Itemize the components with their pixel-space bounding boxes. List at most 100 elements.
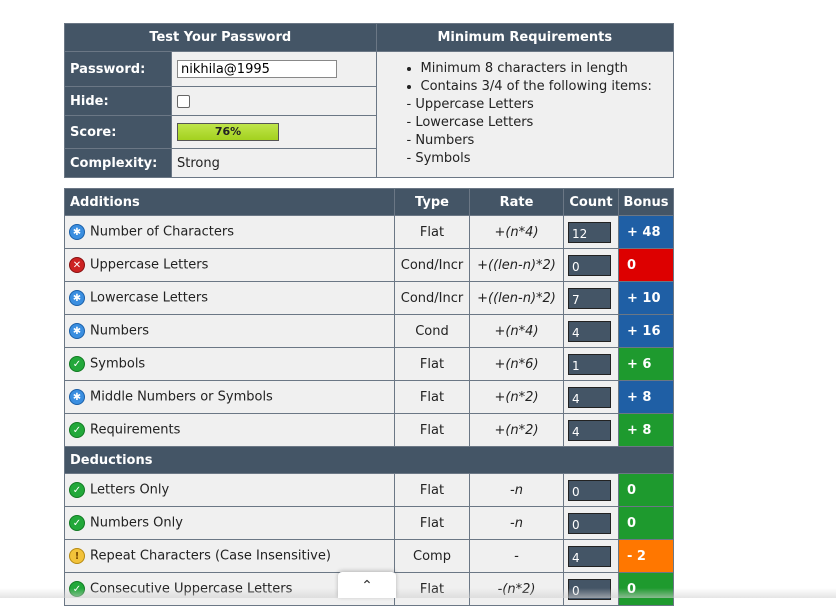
count-header: Count [563,188,619,216]
criteria-type: Flat [394,506,470,540]
criteria-count: 4 [563,413,619,447]
addition-row: ✱ Lowercase Letters Cond/Incr +((len-n)*2) 7… [64,281,674,315]
addition-row: ✱ Middle Numbers or Symbols Flat +(n*2) 4 + 8 [64,380,674,414]
count-box: 1 [568,353,611,375]
criteria-label: Letters Only [90,482,170,498]
deductions-header-row: Deductions [64,446,674,474]
criteria-bonus: + 48 [618,215,674,249]
criteria-name: ✓ Numbers Only [64,506,395,540]
requirement-subitem: - Uppercase Letters [406,97,534,112]
criteria-name: ✓ Letters Only [64,473,395,507]
criteria-count: 4 [563,380,619,414]
score-label: Score: [64,115,172,149]
criteria-label: Lowercase Letters [90,290,208,306]
criteria-bonus: 0 [618,473,674,507]
count-box: 4 [568,320,611,342]
criteria-type: Flat [394,413,470,447]
criteria-bonus: 0 [618,506,674,540]
addition-row: ✕ Uppercase Letters Cond/Incr +((len-n)*2) 0… [64,248,674,282]
criteria-count: 4 [563,539,619,573]
star-icon: ✱ [69,389,85,405]
criteria-type: Flat [394,215,470,249]
requirement-item: Contains 3/4 of the following items: - U… [407,78,674,168]
count-box: 4 [568,545,611,567]
criteria-rate: +((len-n)*2) [469,248,564,282]
criteria-label: Uppercase Letters [90,257,209,273]
check-icon: ✓ [69,356,85,372]
hide-checkbox[interactable] [177,94,190,108]
criteria-rate: +(n*2) [469,380,564,414]
count-box: 4 [568,386,611,408]
criteria-count: 0 [563,248,619,282]
requirements-header: Minimum Requirements [375,23,674,52]
criteria-bonus: 0 [618,248,674,282]
criteria-count: 1 [563,347,619,381]
criteria-rate: +(n*2) [469,413,564,447]
criteria-label: Middle Numbers or Symbols [90,389,273,405]
deduction-row: ✓ Letters Only Flat -n 0 0 [64,473,674,507]
requirement-subitem: - Lowercase Letters [406,115,534,130]
type-header: Type [394,188,470,216]
count-box: 0 [568,479,611,501]
criteria-rate: - [469,539,564,573]
check-icon: ✓ [69,422,85,438]
star-icon: ✱ [69,290,85,306]
criteria-name: ✕ Uppercase Letters [64,248,395,282]
hide-label: Hide: [64,86,172,116]
criteria-count: 0 [563,506,619,540]
cross-icon: ✕ [69,257,85,273]
deductions-header: Deductions [64,446,674,474]
criteria-label: Requirements [90,422,181,438]
criteria-name: ✓ Symbols [64,347,395,381]
check-icon: ✓ [69,482,85,498]
criteria-name: ✱ Number of Characters [64,215,395,249]
count-box: 0 [568,254,611,276]
requirement-subitem: - Symbols [406,151,471,166]
criteria-bonus: + 16 [618,314,674,348]
criteria-label: Numbers [90,323,149,339]
criteria-rate: +(n*4) [469,314,564,348]
bonus-header: Bonus [618,188,674,216]
criteria-bonus: - 2 [618,539,674,573]
count-box: 4 [568,419,611,441]
password-label: Password: [64,51,172,87]
criteria-bonus: + 10 [618,281,674,315]
test-header: Test Your Password [64,23,377,52]
criteria-count: 0 [563,473,619,507]
password-cell [171,51,377,87]
additions-header: Additions [64,188,395,216]
requirement-item: Minimum 8 characters in length [421,60,674,78]
count-box: 0 [568,512,611,534]
criteria-label: Number of Characters [90,224,234,240]
page-bottom-fade [0,588,836,598]
criteria-label: Repeat Characters (Case Insensitive) [90,548,331,564]
criteria-rate: -n [469,473,564,507]
complexity-value: Strong [171,148,377,178]
password-input[interactable] [177,60,337,78]
criteria-name: ! Repeat Characters (Case Insensitive) [64,539,395,573]
criteria-type: Flat [394,473,470,507]
rate-header: Rate [469,188,564,216]
criteria-bonus: + 8 [618,380,674,414]
check-icon: ✓ [69,515,85,531]
criteria-count: 4 [563,314,619,348]
criteria-bonus: + 8 [618,413,674,447]
scroll-up-button[interactable]: ⌃ [338,572,396,598]
requirement-subitem: - Numbers [406,133,475,148]
deduction-row: ! Repeat Characters (Case Insensitive) Com… [64,539,674,573]
criteria-name: ✱ Lowercase Letters [64,281,395,315]
complexity-label: Complexity: [64,148,172,178]
criteria-count: 12 [563,215,619,249]
score-bar: 76% [177,123,279,141]
addition-row: ✓ Requirements Flat +(n*2) 4 + 8 [64,413,674,447]
criteria-rate: -n [469,506,564,540]
password-test-panel: Test Your Password Minimum Requirements … [64,23,674,178]
requirements-list: Minimum 8 characters in length Contains … [375,51,674,178]
count-box: 12 [568,221,611,243]
criteria-type: Flat [394,380,470,414]
criteria-type: Flat [394,347,470,381]
addition-row: ✓ Symbols Flat +(n*6) 1 + 6 [64,347,674,381]
chevron-up-icon: ⌃ [361,578,373,594]
score-breakdown-table: Additions Type Rate Count Bonus ✱ Number … [64,188,674,606]
deduction-row: ✓ Numbers Only Flat -n 0 0 [64,506,674,540]
